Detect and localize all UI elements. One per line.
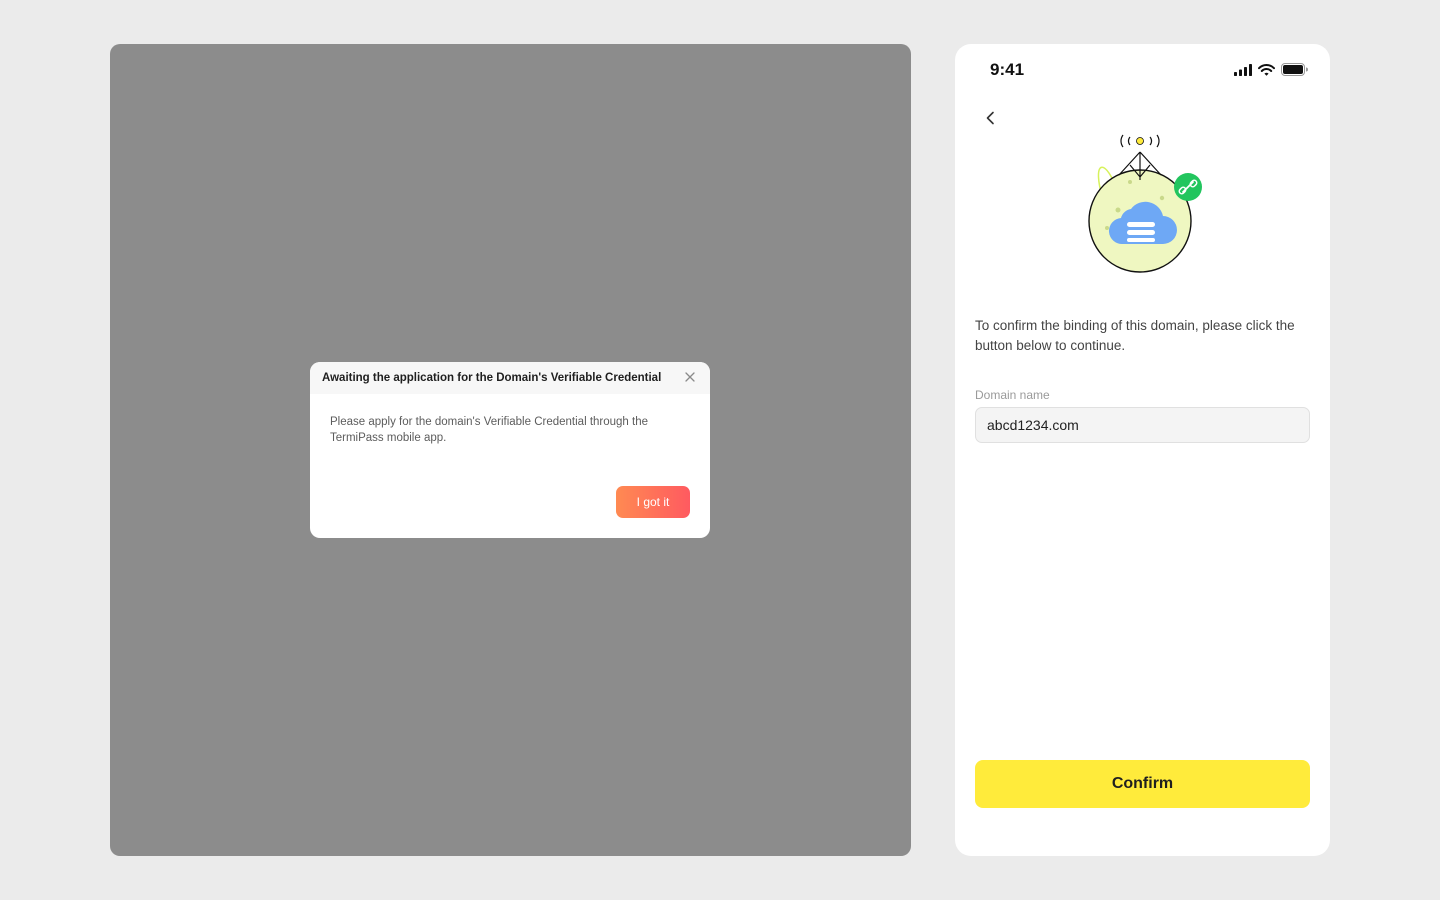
domain-name-field[interactable] [975,407,1310,443]
domain-cloud-globe-illustration [1088,134,1202,273]
wifi-icon [1258,63,1275,76]
i-got-it-button[interactable]: I got it [616,486,690,518]
dialog-message: Please apply for the domain's Verifiable… [330,416,649,444]
dialog-header: Awaiting the application for the Domain'… [310,362,710,394]
close-icon[interactable] [684,371,696,383]
desktop-preview-panel: Awaiting the application for the Domain'… [110,44,911,856]
dialog-title: Awaiting the application for the Domain'… [322,372,662,384]
status-bar-icons [1234,63,1308,76]
confirm-button[interactable]: Confirm [975,760,1310,808]
battery-icon [1281,63,1308,76]
intro-text: To confirm the binding of this domain, p… [975,318,1295,353]
chevron-left-icon[interactable] [983,110,999,126]
status-time: 9:41 [990,60,1025,79]
domain-name-label: Domain name [975,388,1050,402]
verifiable-credential-dialog: Awaiting the application for the Domain'… [310,362,710,538]
mobile-screen: 9:41 To confirm the binding of this doma… [955,44,1330,856]
cellular-signal-icon [1234,63,1252,76]
